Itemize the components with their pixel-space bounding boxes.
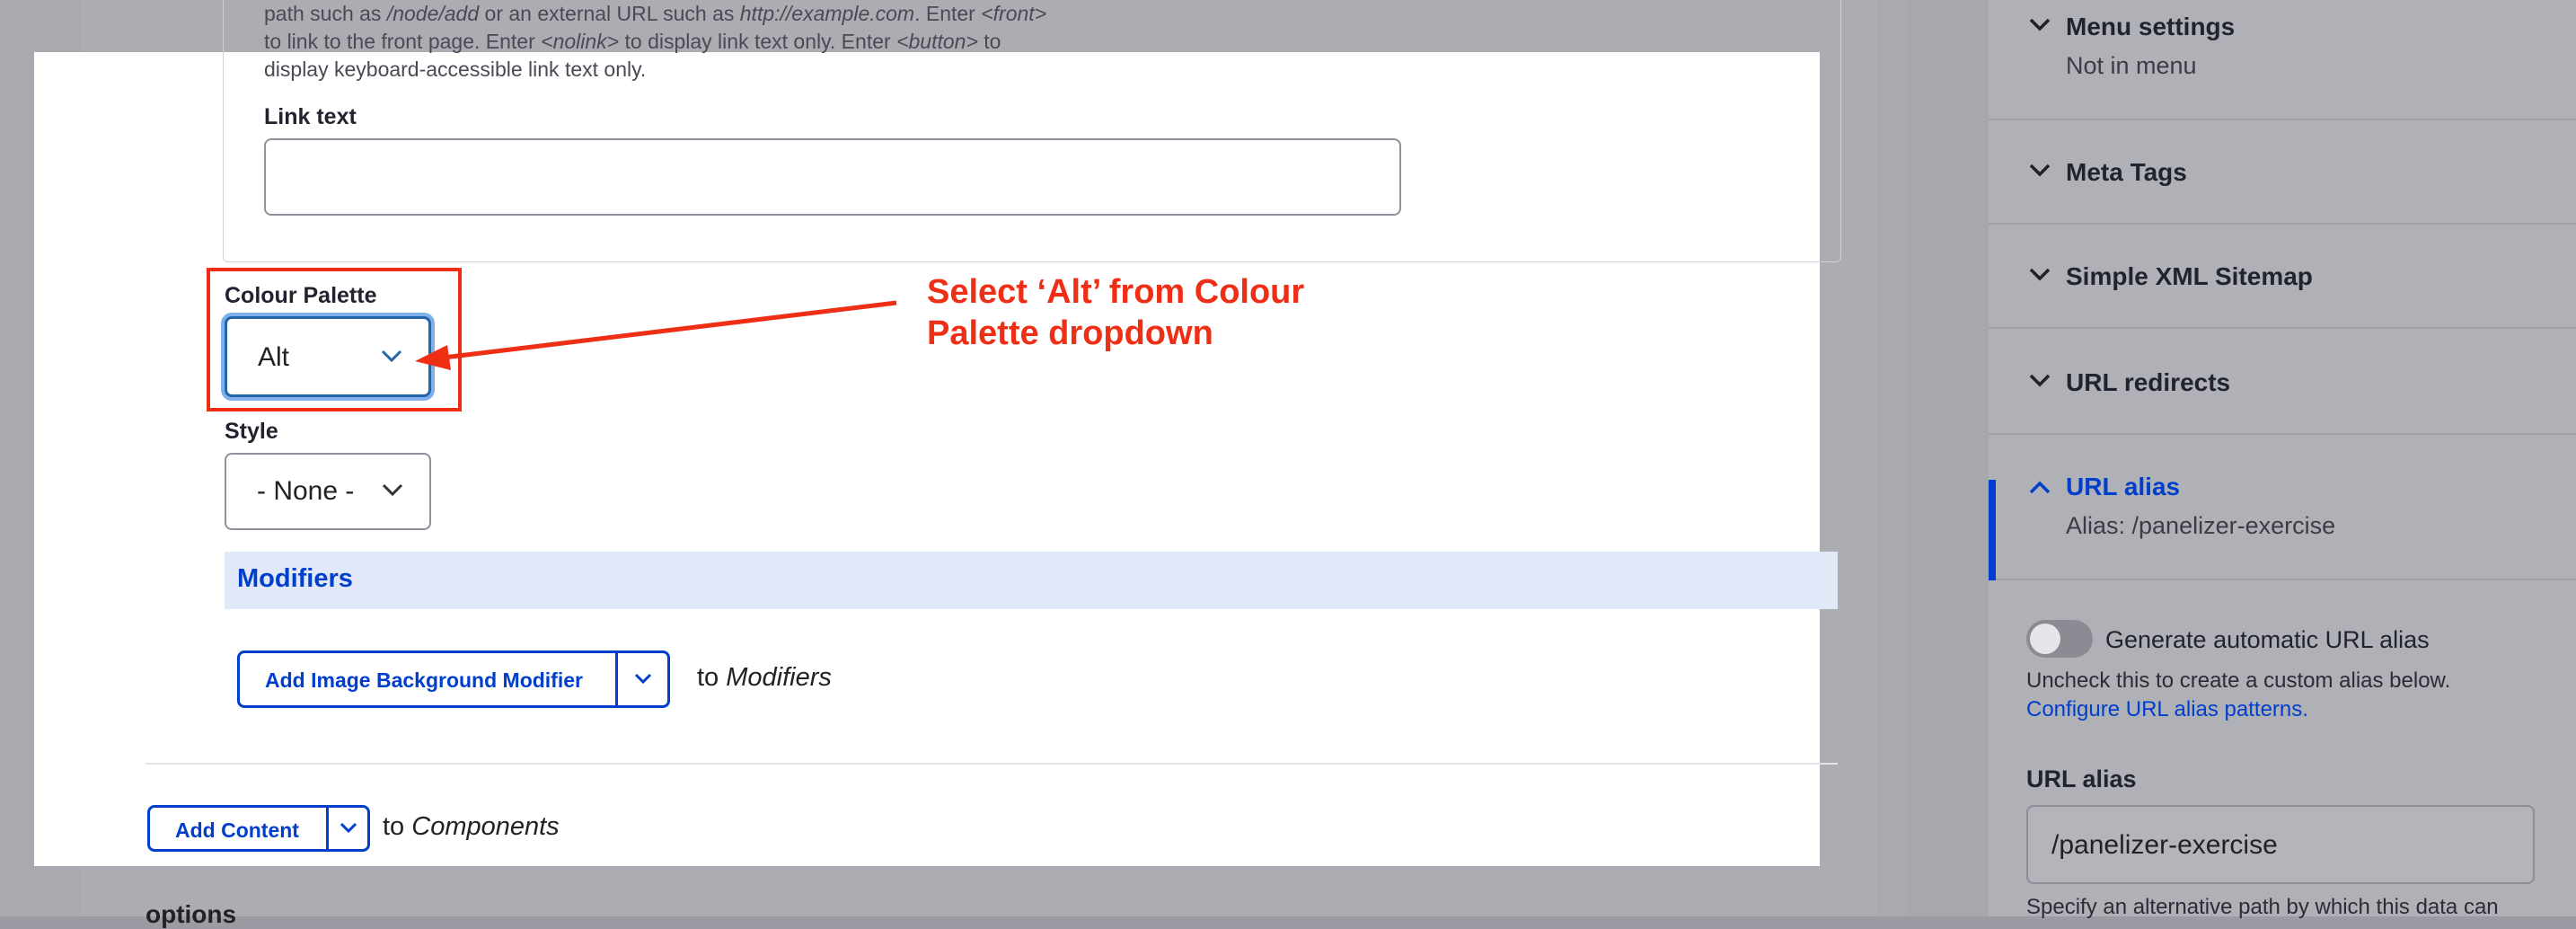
chevron-down-icon: [2029, 374, 2051, 387]
link-text-input[interactable]: [264, 138, 1401, 216]
modifiers-title: Modifiers: [237, 564, 353, 593]
sidebar-section-url-redirects[interactable]: URL redirects: [1989, 329, 2576, 435]
sidebar-section-title: Meta Tags: [2066, 158, 2187, 186]
sidebar-section-title: Menu settings: [2066, 13, 2236, 40]
active-section-indicator: [1989, 480, 1996, 580]
section-divider: [146, 763, 1838, 765]
link-help-text: path such as /node/add or an external UR…: [264, 2, 1047, 81]
style-label: Style: [225, 419, 278, 444]
alias-help-text: Uncheck this to create a custom alias be…: [2026, 668, 2451, 693]
sidebar-section-subtitle: Alias: /panelizer-exercise: [2066, 512, 2336, 539]
url-alias-input[interactable]: /panelizer-exercise: [2026, 805, 2535, 884]
link-text-label: Link text: [264, 104, 357, 129]
sidebar-section-title: URL redirects: [2066, 368, 2231, 396]
configure-alias-patterns-link[interactable]: Configure URL alias patterns.: [2026, 697, 2308, 722]
sidebar-section-url-alias[interactable]: URL alias Alias: /panelizer-exercise: [1989, 435, 2576, 580]
style-select[interactable]: - None -: [225, 453, 431, 530]
sidebar-section-title: Simple XML Sitemap: [2066, 262, 2313, 290]
add-content-label: Add Content: [175, 818, 299, 842]
add-image-background-modifier-button[interactable]: Add Image Background Modifier: [237, 650, 670, 708]
chevron-down-icon: [2029, 18, 2051, 31]
sidebar-section-title: URL alias: [2066, 473, 2181, 500]
style-value: - None -: [257, 476, 355, 506]
split-button-divider: [615, 653, 618, 705]
to-modifiers-text: to Modifiers: [697, 663, 832, 692]
modifiers-header-bar: [225, 552, 1838, 609]
to-components-text: to Components: [383, 812, 560, 841]
chevron-down-icon: [382, 483, 403, 497]
options-heading: options: [146, 900, 237, 928]
url-alias-label: URL alias: [2026, 765, 2137, 792]
sidebar-section-menu-settings[interactable]: Menu settings Not in menu: [1989, 0, 2576, 120]
annotation-text: Select ‘Alt’ from Colour Palette dropdown: [927, 273, 1305, 352]
add-image-background-modifier-label: Add Image Background Modifier: [265, 668, 583, 692]
sidebar-gutter: [1908, 0, 1989, 916]
chevron-down-icon[interactable]: [633, 671, 653, 686]
sidebar-section-meta-tags[interactable]: Meta Tags: [1989, 120, 2576, 225]
toggle-knob: [2030, 624, 2060, 654]
generate-alias-label: Generate automatic URL alias: [2105, 626, 2430, 653]
split-button-divider: [326, 808, 329, 849]
url-alias-value: /panelizer-exercise: [2051, 830, 2278, 860]
annotation-highlight-box: [207, 268, 462, 411]
sidebar-section-simple-xml-sitemap[interactable]: Simple XML Sitemap: [1989, 225, 2576, 329]
sidebar-section-subtitle: Not in menu: [2066, 52, 2197, 79]
chevron-down-icon: [2029, 268, 2051, 281]
chevron-down-icon[interactable]: [339, 820, 358, 835]
add-content-button[interactable]: Add Content: [147, 805, 370, 852]
chevron-down-icon: [2029, 164, 2051, 177]
chevron-up-icon: [2029, 481, 2051, 494]
